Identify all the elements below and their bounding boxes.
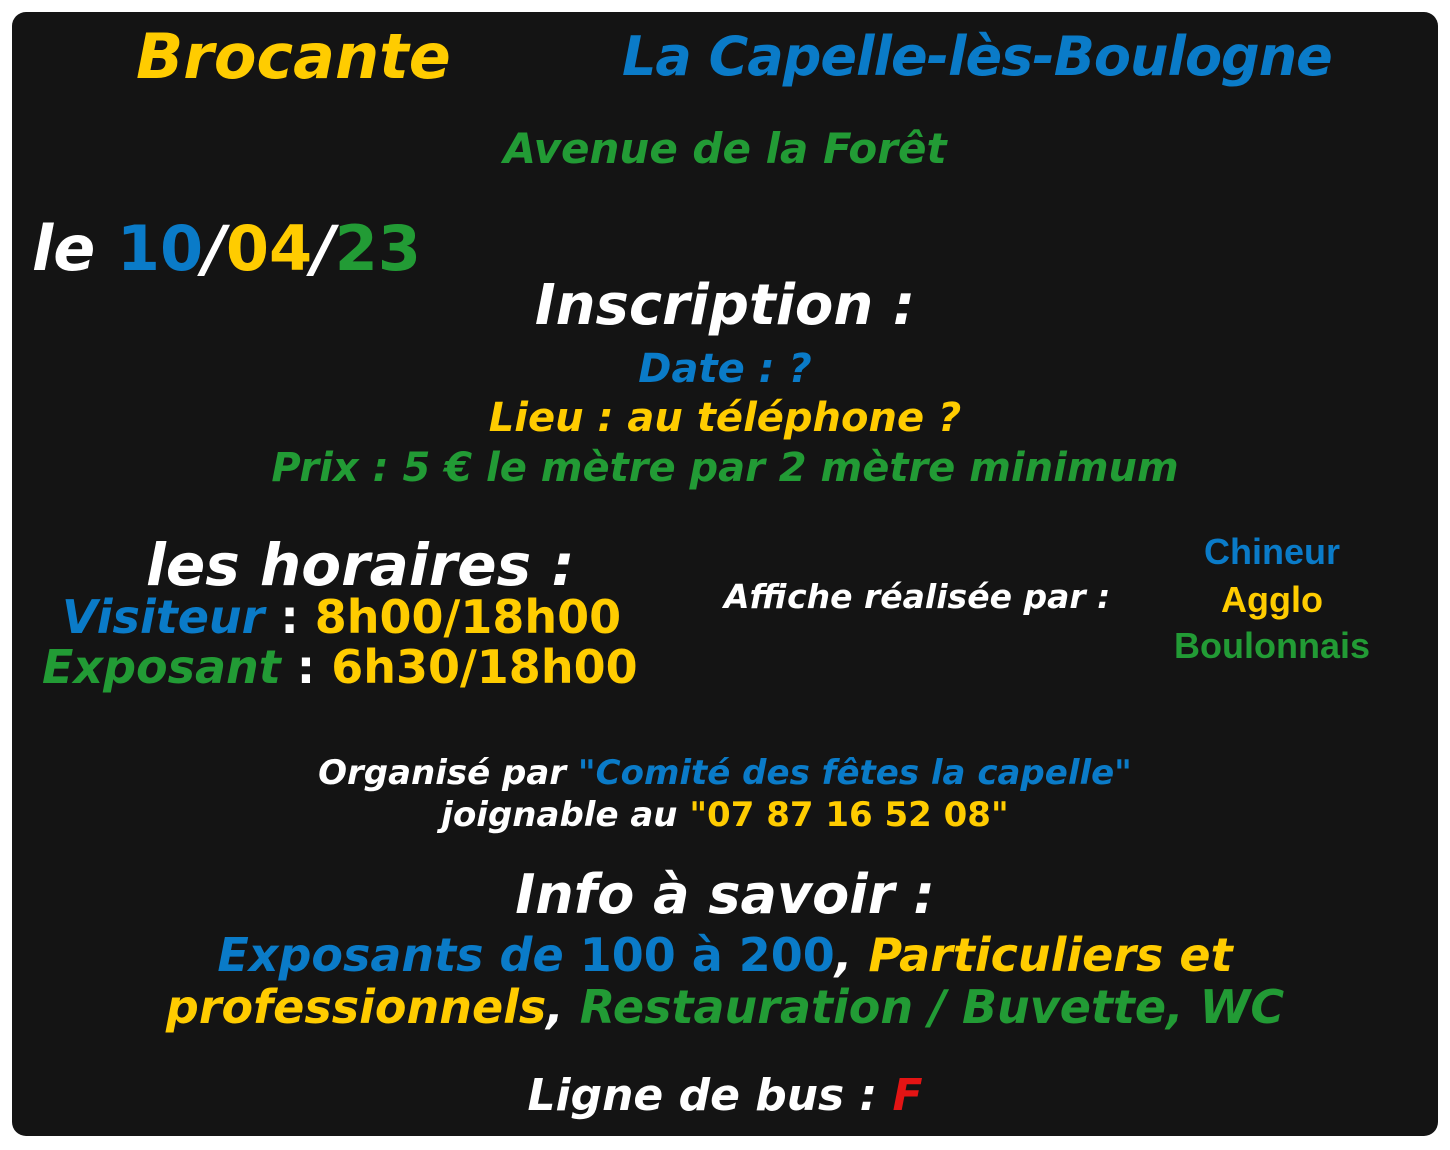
schedule-title: les horaires : (146, 531, 575, 599)
visitor-time: 8h00/18h00 (314, 590, 622, 644)
date-prefix: le (32, 212, 117, 285)
credit-line-3: Boulonnais (1174, 625, 1370, 666)
info-title: Info à savoir : (515, 863, 935, 926)
phone-prefix: joignable au (441, 795, 690, 835)
organizer-name: "Comité des fêtes la capelle" (577, 753, 1132, 793)
credit-line-1: Chineur (1203, 531, 1340, 572)
visitor-label: Visiteur (62, 590, 265, 644)
info-exposants-range: 100 à 200 (579, 928, 835, 982)
date-month: 04 (225, 212, 313, 285)
organizer-line: Organisé par "Comité des fêtes la capell… (12, 756, 1438, 790)
date-separator: / (203, 212, 226, 285)
visitor-hours: Visiteur : 8h00/18h00 (62, 594, 621, 640)
visitor-separator: : (264, 590, 315, 644)
exhibitor-time: 6h30/18h00 (331, 640, 638, 694)
credit-label: Affiche réalisée par : (724, 577, 1111, 616)
bus-line: Ligne de bus : F (12, 1074, 1438, 1118)
bus-line-letter: F (892, 1070, 923, 1121)
credit-line-2: Agglo (1221, 579, 1323, 620)
poster: Brocante La Capelle-lès-Boulogne Avenue … (12, 12, 1438, 1136)
info-line-2: professionnels, Restauration / Buvette, … (12, 984, 1438, 1030)
exhibitor-separator: : (280, 640, 332, 694)
exhibitor-hours: Exposant : 6h30/18h00 (42, 644, 638, 690)
inscription-place: Lieu : au téléphone ? (488, 395, 962, 441)
organizer-prefix: Organisé par (318, 753, 578, 793)
date-day: 10 (116, 212, 204, 285)
info-particuliers: Particuliers et (868, 928, 1233, 982)
inscription-price: Prix : 5 € le mètre par 2 mètre minimum (271, 445, 1179, 491)
inscription-title: Inscription : (534, 273, 916, 338)
info-exposants: Exposants de (217, 928, 580, 982)
date-separator: / (312, 212, 335, 285)
date-year: 23 (334, 212, 422, 285)
info-line-1: Exposants de 100 à 200, Particuliers et (12, 932, 1438, 978)
info-professionnels: professionnels (165, 980, 547, 1034)
info-comma: , (834, 928, 869, 982)
info-services: Restauration / Buvette, WC (579, 980, 1285, 1034)
bus-label: Ligne de bus : (527, 1070, 893, 1121)
exhibitor-label: Exposant (42, 640, 281, 694)
event-date: le 10/04/23 (32, 218, 421, 280)
street-name: Avenue de la Forêt (503, 124, 947, 173)
organizer-phone-line: joignable au "07 87 16 52 08" (12, 798, 1438, 832)
info-comma: , (546, 980, 580, 1034)
town-name: La Capelle-lès-Boulogne (622, 25, 1333, 88)
inscription-date: Date : ? (638, 346, 812, 392)
phone-number: "07 87 16 52 08" (689, 795, 1009, 835)
event-title: Brocante (136, 20, 451, 93)
